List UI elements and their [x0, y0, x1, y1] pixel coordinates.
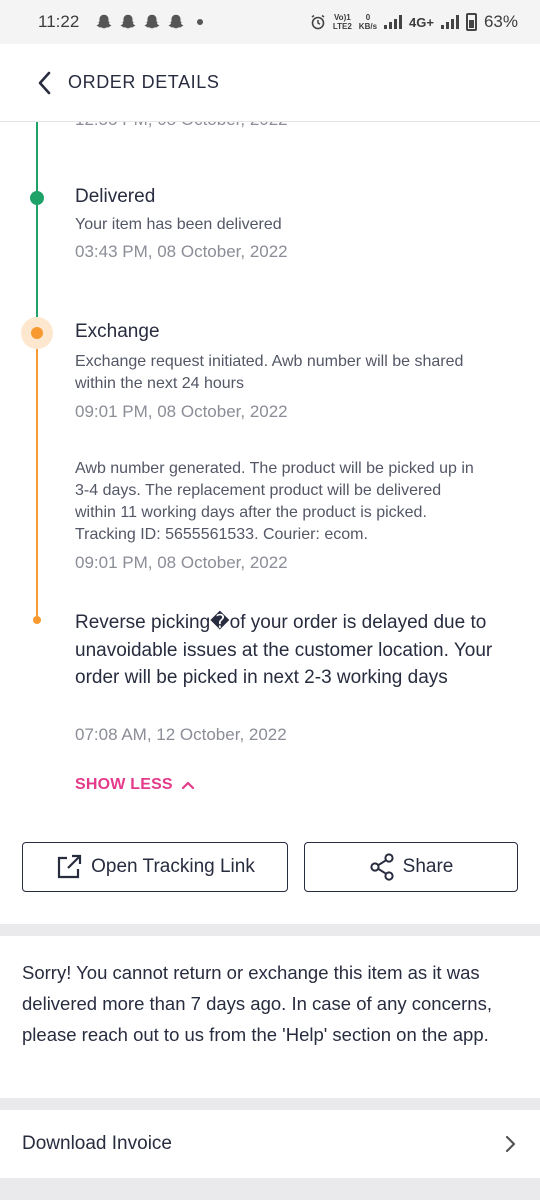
app-header: ORDER DETAILS [0, 44, 540, 122]
event-heading-exchange: Exchange [75, 321, 160, 342]
share-icon [370, 853, 394, 881]
open-tracking-link-button[interactable]: Open Tracking Link [22, 842, 288, 892]
download-invoice-row[interactable]: Download Invoice [0, 1111, 540, 1177]
download-invoice-label: Download Invoice [22, 1133, 172, 1154]
event-description: Your item has been delivered [75, 216, 282, 233]
share-button[interactable]: Share [304, 842, 518, 892]
snapchat-icon [168, 14, 184, 29]
external-link-icon [58, 854, 82, 879]
timeline-node-delivered [30, 191, 44, 205]
back-arrow-icon [38, 71, 51, 94]
event-heading-delivered: Delivered [75, 186, 156, 207]
event-time: 09:01 PM, 08 October, 2022 [75, 553, 288, 572]
alarm-icon [311, 14, 325, 30]
open-tracking-label: Open Tracking Link [91, 856, 255, 877]
signal-icon [384, 15, 403, 29]
snapchat-icon [120, 14, 136, 29]
page-title: ORDER DETAILS [68, 72, 220, 92]
snapchat-icon [96, 14, 112, 29]
status-bar: 11:22 Vo)1 LTE2 0 KB/s 4G+ 63% [0, 0, 540, 44]
battery-percent: 63% [483, 12, 518, 31]
show-less-button[interactable]: SHOW LESS [75, 776, 195, 794]
chevron-up-icon [181, 781, 194, 790]
event-description: Exchange request initiated. Awb number w… [75, 353, 464, 392]
volte-indicator: Vo)1 LTE2 [332, 13, 352, 31]
section-divider [0, 924, 540, 936]
chevron-right-icon [505, 1135, 516, 1153]
timeline-node-exchange [31, 327, 43, 339]
tracking-timeline: 12:55 PM, 08 October, 2022 Delivered You… [0, 110, 540, 822]
snapchat-icon [144, 14, 160, 29]
event-time: 09:01 PM, 08 October, 2022 [75, 402, 288, 421]
status-time: 11:22 [38, 12, 80, 31]
back-button[interactable] [24, 63, 64, 103]
timeline-line-exchange [36, 334, 38, 620]
event-time: 07:08 AM, 12 October, 2022 [75, 725, 287, 744]
timeline-line-delivered [36, 122, 38, 334]
event-description: Reverse picking�of your order is delayed… [75, 612, 493, 688]
status-right: Vo)1 LTE2 0 KB/s 4G+ 63% [310, 12, 518, 32]
network-type: 4G+ [409, 14, 434, 30]
event-time: 03:43 PM, 08 October, 2022 [75, 242, 288, 261]
timeline-node-reverse-pickup [33, 616, 41, 624]
section-divider [0, 1098, 540, 1110]
section-divider [0, 1178, 540, 1200]
return-policy-notice: Sorry! You cannot return or exchange thi… [22, 962, 492, 1045]
notification-icons [95, 13, 204, 31]
battery-icon [465, 13, 477, 31]
signal-icon [440, 15, 459, 29]
network-speed: 0 KB/s [358, 13, 378, 31]
show-less-label: SHOW LESS [75, 776, 173, 793]
share-label: Share [402, 856, 454, 877]
more-notifications-dot [197, 19, 204, 25]
event-description: Awb number generated. The product will b… [75, 460, 474, 543]
